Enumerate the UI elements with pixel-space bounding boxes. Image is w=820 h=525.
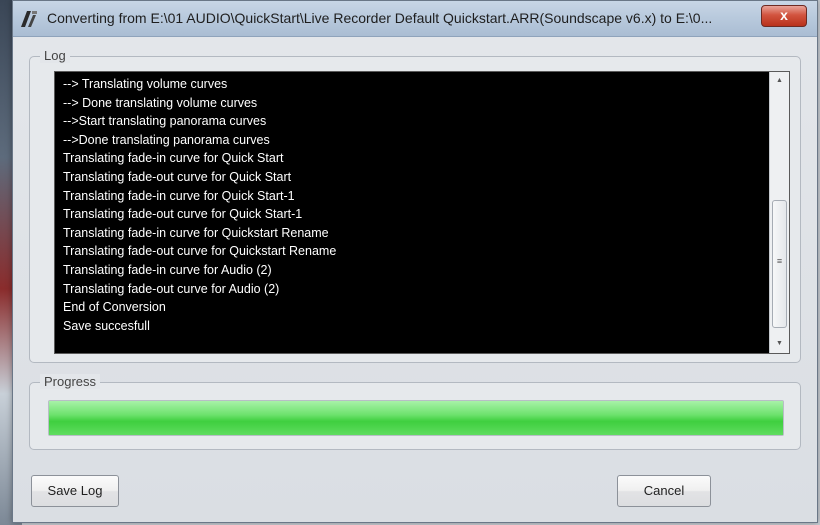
log-line: Translating fade-out curve for Quick Sta… (63, 169, 292, 184)
progress-fill (49, 401, 783, 435)
title-bar[interactable]: Converting from E:\01 AUDIO\QuickStart\L… (13, 1, 817, 37)
conversion-dialog: Converting from E:\01 AUDIO\QuickStart\L… (12, 0, 818, 523)
log-line: -->Done translating panorama curves (63, 132, 270, 147)
close-button[interactable]: x (761, 5, 807, 27)
log-line: Translating fade-out curve for Quick Sta… (63, 207, 303, 222)
progress-legend: Progress (40, 374, 101, 389)
log-line: --> Translating volume curves (63, 77, 228, 91)
log-line: End of Conversion (63, 300, 166, 315)
grip-icon: ≡ (776, 256, 783, 266)
progress-bar (48, 400, 784, 436)
cancel-button[interactable]: Cancel (617, 475, 711, 507)
log-line: Translating fade-in curve for Quick Star… (63, 151, 284, 166)
log-line: Translating fade-in curve for Quickstart… (63, 225, 329, 240)
scroll-down-arrow-icon[interactable]: ▼ (770, 335, 789, 353)
save-log-button[interactable]: Save Log (31, 475, 119, 507)
log-line: Translating fade-out curve for Audio (2) (63, 281, 280, 296)
log-scrollbar[interactable]: ▲ ≡ ▼ (769, 72, 789, 353)
scroll-up-arrow-icon[interactable]: ▲ (770, 72, 789, 90)
log-line: --> Done translating volume curves (63, 95, 258, 110)
log-line: Translating fade-out curve for Quickstar… (63, 244, 337, 259)
log-output[interactable]: --> Translating volume curves --> Done t… (54, 71, 790, 354)
log-line: Save succesfull (63, 318, 150, 333)
log-lines: --> Translating volume curves --> Done t… (63, 75, 763, 335)
dialog-content: Log --> Translating volume curves --> Do… (13, 37, 817, 522)
scroll-thumb[interactable]: ≡ (772, 200, 787, 328)
log-line: Translating fade-in curve for Audio (2) (63, 262, 272, 277)
log-legend: Log (40, 48, 70, 63)
window-title: Converting from E:\01 AUDIO\QuickStart\L… (47, 10, 713, 26)
log-group: Log --> Translating volume curves --> Do… (29, 48, 801, 363)
log-line: -->Start translating panorama curves (63, 114, 267, 129)
log-line: Translating fade-in curve for Quick Star… (63, 188, 295, 203)
progress-group: Progress (29, 374, 801, 450)
app-icon (21, 11, 37, 27)
